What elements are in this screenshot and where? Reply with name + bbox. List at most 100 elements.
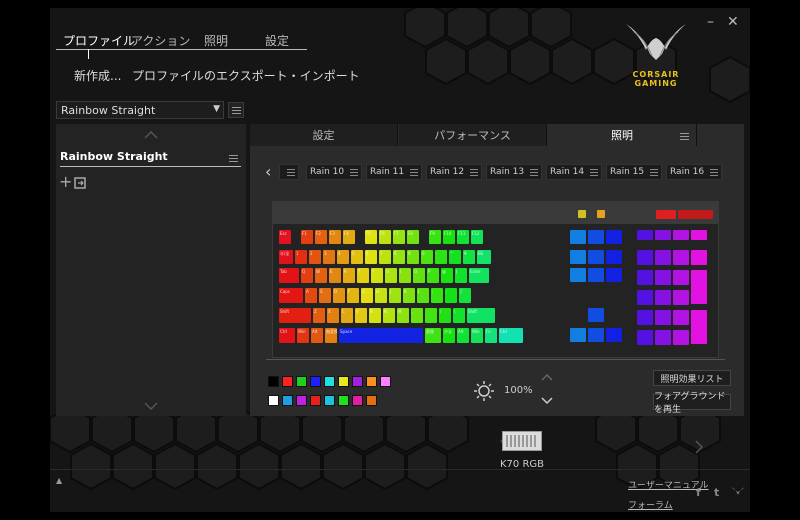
color-swatch[interactable] [282,376,293,387]
key[interactable]: C [341,308,353,323]
key[interactable]: . [425,308,437,323]
numpad-key[interactable] [691,270,707,304]
numpad-key[interactable] [673,270,689,285]
numpad-key[interactable] [655,330,671,345]
key[interactable]: F [347,288,359,303]
key[interactable]: Ctrl [279,328,295,343]
key[interactable]: I [399,268,411,283]
key[interactable]: F2 [315,230,327,244]
preset-menu-icon[interactable] [710,169,718,170]
key[interactable]: 9 [407,250,419,264]
key[interactable]: 3 [323,250,335,264]
key[interactable]: Space [339,328,423,343]
key[interactable]: Caps [279,288,303,303]
numpad-key[interactable] [637,290,653,305]
color-swatch[interactable] [366,395,377,406]
key[interactable]: A [305,288,317,303]
new-profile-link[interactable]: 新作成... [74,67,121,84]
rtab-performance[interactable]: パフォーマンス [399,124,547,146]
key[interactable]: Q [301,268,313,283]
key[interactable]: - [435,250,447,264]
preset-button[interactable]: Rain 16 [666,164,722,180]
numpad-key[interactable] [673,250,689,265]
key[interactable]: 半/全 [279,250,293,264]
numpad-key[interactable] [691,250,707,265]
key[interactable]: S [319,288,331,303]
color-swatch[interactable] [352,395,363,406]
add-profile-icon[interactable]: + [59,174,72,190]
numpad-key[interactable] [655,310,671,325]
key[interactable]: F11 [457,230,469,244]
key[interactable]: BS [477,250,491,264]
key[interactable]: F8 [407,230,419,244]
key[interactable]: G [361,288,373,303]
key[interactable]: F12 [471,230,483,244]
color-swatch[interactable] [310,395,321,406]
key[interactable]: L [417,288,429,303]
nav-key[interactable] [570,250,586,264]
preset-menu-icon[interactable] [287,169,295,170]
preset-button[interactable]: Rain 14 [546,164,602,180]
numpad-key[interactable] [655,230,671,240]
preset-button[interactable] [279,164,299,180]
mute-key[interactable] [656,210,676,219]
color-swatch[interactable] [268,376,279,387]
volume-roller[interactable] [678,210,713,219]
key[interactable]: Alt [311,328,323,343]
effects-list-button[interactable]: 照明効果リスト [653,370,731,386]
key[interactable]: F4 [343,230,355,244]
key[interactable]: N [383,308,395,323]
key[interactable]: Z [313,308,325,323]
key[interactable]: @ [441,268,453,283]
color-swatch[interactable] [310,376,321,387]
preset-button[interactable]: Rain 10 [306,164,362,180]
numpad-key[interactable] [637,270,653,285]
nav-key[interactable] [606,268,622,282]
profile-item-menu-icon[interactable] [229,155,238,156]
foreground-play-button[interactable]: フォアグラウンドを再生 [653,392,731,415]
facebook-icon[interactable]: f [696,486,701,499]
color-swatch[interactable] [352,376,363,387]
key[interactable]: ] [459,288,471,303]
key[interactable]: 無変換 [325,328,337,343]
key[interactable]: 5 [351,250,363,264]
color-swatch[interactable] [282,395,293,406]
key[interactable]: / [439,308,451,323]
key[interactable]: \ [453,308,465,323]
preset-button[interactable]: Rain 13 [486,164,542,180]
key[interactable]: Tab [279,268,299,283]
key[interactable]: J [389,288,401,303]
profile-item-rainbow[interactable]: Rainbow Straight [60,150,168,163]
key[interactable]: X [327,308,339,323]
tab-actions[interactable]: アクション [131,32,190,49]
key[interactable]: M [397,308,409,323]
color-swatch[interactable] [338,376,349,387]
numpad-key[interactable] [673,230,689,240]
key[interactable]: : [445,288,457,303]
rtab-settings[interactable]: 設定 [250,124,398,146]
key[interactable]: Shift [279,308,311,323]
media-key[interactable] [597,210,605,218]
key[interactable]: 6 [365,250,377,264]
numpad-key[interactable] [637,310,653,325]
nav-key[interactable] [588,328,604,342]
footer-expand-icon[interactable]: ▲ [56,476,62,485]
tab-profile[interactable]: プロファイル [63,32,135,49]
scroll-up-icon[interactable] [144,131,158,139]
preset-button[interactable]: Rain 12 [426,164,482,180]
nav-key[interactable] [588,268,604,282]
export-import-link[interactable]: プロファイルのエクスポート・インポート [132,67,360,84]
brightness-up-icon[interactable] [541,373,553,381]
numpad-key[interactable] [637,230,653,240]
numpad-key[interactable] [655,270,671,285]
color-swatch[interactable] [380,376,391,387]
preset-menu-icon[interactable] [470,169,478,170]
brightness-icon[interactable] [473,380,495,402]
key[interactable]: F9 [429,230,441,244]
nav-key[interactable] [588,308,604,322]
nav-key[interactable] [606,328,622,342]
numpad-key[interactable] [637,250,653,265]
numpad-key[interactable] [637,330,653,345]
numpad-key[interactable] [691,230,707,240]
brightness-down-icon[interactable] [541,397,553,405]
